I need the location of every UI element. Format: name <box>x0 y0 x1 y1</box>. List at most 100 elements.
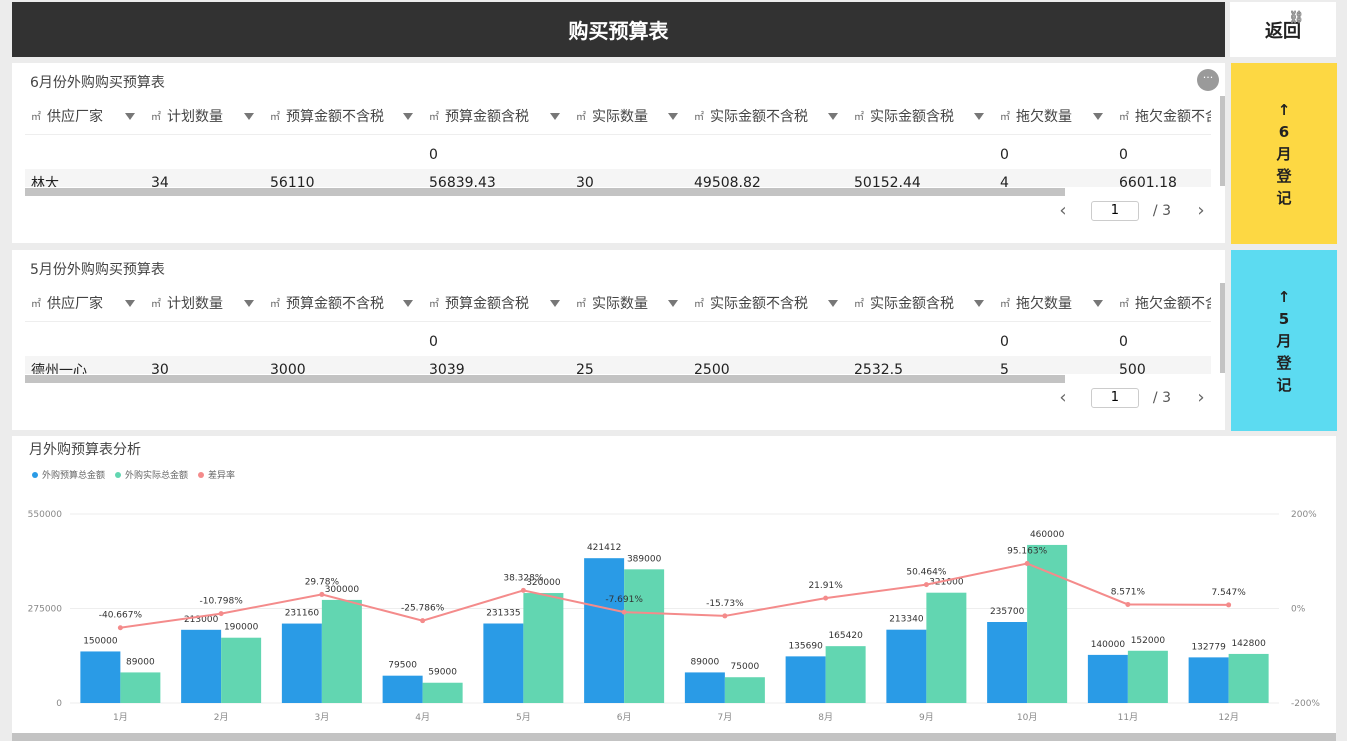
bar-budget <box>785 656 826 703</box>
column-header[interactable]: ㎡预算金额不含税 <box>270 97 384 134</box>
next-page-icon[interactable]: › <box>1189 387 1213 408</box>
filter-icon[interactable] <box>1093 113 1103 120</box>
column-header[interactable]: ㎡供应厂家 <box>31 97 103 134</box>
filter-icon[interactable] <box>550 300 560 307</box>
page-horizontal-scrollbar[interactable] <box>12 733 1336 741</box>
dimension-icon: ㎡ <box>151 112 161 123</box>
column-header-label: 拖欠数量 <box>1016 295 1072 312</box>
table-row[interactable]: 林大 34 56110 56839.43 30 49508.82 50152.44 4 6601… <box>25 169 1211 187</box>
table-cell: 0 <box>1119 334 1128 350</box>
line-value-label: -10.798% <box>199 597 243 607</box>
page-number-input[interactable] <box>1090 200 1139 221</box>
prev-page-icon[interactable]: ‹ <box>1051 200 1075 221</box>
dimension-icon: ㎡ <box>1119 299 1129 310</box>
column-header-label: 实际金额不含税 <box>710 108 808 125</box>
x-tick-label: 12月 <box>1218 712 1238 723</box>
page-title: 购买预算表 <box>12 2 1225 57</box>
x-tick-label: 3月 <box>315 712 330 723</box>
dimension-icon: ㎡ <box>854 112 864 123</box>
bar-value-label: 231160 <box>285 609 320 619</box>
column-header[interactable]: ㎡拖欠金额不含税 <box>1119 284 1211 321</box>
line-value-label: -7.691% <box>605 595 643 605</box>
register-label-char: 5 <box>1278 309 1290 328</box>
dimension-icon: ㎡ <box>576 299 586 310</box>
column-header-label: 预算金额含税 <box>445 108 529 125</box>
page-number-input[interactable] <box>1090 387 1139 408</box>
column-header[interactable]: ㎡预算金额不含税 <box>270 284 384 321</box>
column-header[interactable]: ㎡实际金额含税 <box>854 97 954 134</box>
filter-icon[interactable] <box>244 300 254 307</box>
back-button[interactable]: 返回 ⛓ <box>1230 2 1336 57</box>
filter-icon[interactable] <box>244 113 254 120</box>
filter-icon[interactable] <box>974 300 984 307</box>
column-header[interactable]: ㎡计划数量 <box>151 97 223 134</box>
bar-budget <box>181 629 222 703</box>
filter-icon[interactable] <box>668 300 678 307</box>
table-row[interactable]: 0 0 0 <box>25 328 1211 356</box>
total-pages: / 3 <box>1152 389 1171 406</box>
may-pager: ‹ / 3 › <box>1051 387 1213 408</box>
column-header[interactable]: ㎡拖欠金额不含税 <box>1119 97 1211 134</box>
column-header[interactable]: ㎡预算金额含税 <box>429 97 529 134</box>
filter-icon[interactable] <box>125 300 135 307</box>
table-row[interactable]: 0 0 0 <box>25 141 1211 169</box>
column-header[interactable]: ㎡实际数量 <box>576 284 648 321</box>
table-cell: 2500 <box>694 362 730 374</box>
bar-value-label: 132779 <box>1191 642 1226 652</box>
x-tick-label: 8月 <box>818 712 833 723</box>
column-header[interactable]: ㎡实际数量 <box>576 97 648 134</box>
register-label-char: 6 <box>1278 122 1290 141</box>
column-header-label: 实际金额含税 <box>870 295 954 312</box>
column-header[interactable]: ㎡计划数量 <box>151 284 223 321</box>
filter-icon[interactable] <box>403 113 413 120</box>
register-label-char: ↑ <box>1277 287 1291 306</box>
filter-icon[interactable] <box>828 113 838 120</box>
total-pages: / 3 <box>1152 202 1171 219</box>
june-budget-panel: 6月份外购购买预算表 ··· ㎡供应厂家㎡计划数量㎡预算金额不含税㎡预算金额含税… <box>12 63 1225 243</box>
vertical-scrollbar[interactable] <box>1220 96 1225 186</box>
may-register-button[interactable]: ↑ 5 月登记 <box>1231 250 1337 431</box>
y2-tick-label: -200% <box>1291 699 1320 709</box>
table-cell: 3039 <box>429 362 465 374</box>
bar-budget <box>80 651 121 703</box>
y2-tick-label: 200% <box>1291 510 1317 520</box>
bar-value-label: 135690 <box>788 641 823 651</box>
table-row[interactable]: 德州一心 30 3000 3039 25 2500 2532.5 5 500 <box>25 356 1211 374</box>
horizontal-scrollbar[interactable] <box>25 375 1065 383</box>
column-header[interactable]: ㎡预算金额含税 <box>429 284 529 321</box>
filter-icon[interactable] <box>403 300 413 307</box>
vertical-scrollbar[interactable] <box>1220 283 1225 373</box>
bar-value-label: 152000 <box>1131 636 1166 646</box>
bar-value-label: 89000 <box>126 657 155 667</box>
link-icon: ⛓ <box>1288 10 1304 24</box>
table-cell: 德州一心 <box>31 363 87 374</box>
column-header-label: 拖欠数量 <box>1016 108 1072 125</box>
dimension-icon: ㎡ <box>31 112 41 123</box>
column-header[interactable]: ㎡实际金额不含税 <box>694 97 808 134</box>
filter-icon[interactable] <box>668 113 678 120</box>
column-header[interactable]: ㎡拖欠数量 <box>1000 97 1072 134</box>
filter-icon[interactable] <box>974 113 984 120</box>
bar-actual <box>825 646 866 703</box>
filter-icon[interactable] <box>828 300 838 307</box>
filter-icon[interactable] <box>125 113 135 120</box>
bar-actual <box>724 677 765 703</box>
column-header[interactable]: ㎡拖欠数量 <box>1000 284 1072 321</box>
horizontal-scrollbar[interactable] <box>25 188 1065 196</box>
dimension-icon: ㎡ <box>854 299 864 310</box>
bar-budget <box>1087 654 1128 703</box>
bar-value-label: 142800 <box>1231 639 1266 649</box>
table-cell: 30 <box>576 175 594 187</box>
column-header[interactable]: ㎡实际金额不含税 <box>694 284 808 321</box>
line-point <box>923 582 929 588</box>
filter-icon[interactable] <box>550 113 560 120</box>
filter-icon[interactable] <box>1093 300 1103 307</box>
june-register-button[interactable]: ↑ 6 月登记 <box>1231 63 1337 244</box>
column-header[interactable]: ㎡实际金额含税 <box>854 284 954 321</box>
column-header[interactable]: ㎡供应厂家 <box>31 284 103 321</box>
table-cell: 2532.5 <box>854 362 903 374</box>
register-label-char: 月 <box>1276 331 1292 350</box>
prev-page-icon[interactable]: ‹ <box>1051 387 1075 408</box>
next-page-icon[interactable]: › <box>1189 200 1213 221</box>
more-options-icon[interactable]: ··· <box>1197 69 1219 91</box>
